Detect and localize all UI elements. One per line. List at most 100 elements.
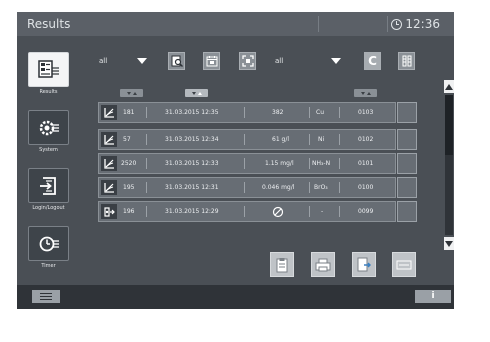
- sort-ascending-icon: [132, 91, 137, 95]
- sidebar-item-timer[interactable]: [28, 226, 69, 261]
- result-id: 196: [123, 208, 135, 215]
- login-logout-icon: [39, 176, 56, 195]
- clear-filter-button[interactable]: C: [364, 52, 381, 70]
- result-value: 0.046 mg/l: [262, 184, 295, 191]
- measurement-chart-icon: [101, 180, 117, 195]
- result-id: 181: [123, 109, 135, 116]
- sort-ascending-icon: [197, 91, 202, 95]
- select-all-button[interactable]: [392, 252, 416, 277]
- result-value: 61 g/l: [272, 136, 290, 143]
- sort-ascending-icon: [366, 91, 371, 95]
- sidebar-item-system[interactable]: [28, 110, 69, 145]
- result-method: 0099: [358, 208, 374, 215]
- column-divider: [146, 107, 147, 118]
- table-row[interactable]: 57 31.03.2015 12:34 61 g/l Ni 0102: [98, 129, 396, 150]
- table-row[interactable]: 181 31.03.2015 12:35 382 Cu 0103: [98, 102, 396, 123]
- bottom-bar: i: [17, 285, 454, 309]
- chevron-down-icon: [137, 58, 147, 64]
- column-divider: [309, 158, 310, 169]
- row-checkbox[interactable]: [397, 102, 417, 123]
- result-datetime: 31.03.2015 12:31: [165, 184, 219, 191]
- column-divider: [309, 206, 310, 217]
- sort-descending-icon: [360, 91, 365, 95]
- sort-id-button[interactable]: [120, 89, 143, 97]
- sidebar-item-label: Timer: [41, 263, 56, 269]
- timer-icon: [39, 236, 59, 251]
- column-divider: [339, 107, 340, 118]
- result-value: 382: [272, 109, 284, 116]
- result-datetime: 31.03.2015 12:33: [165, 160, 219, 167]
- print-button[interactable]: [311, 252, 335, 277]
- results-scrollbar[interactable]: [444, 80, 454, 250]
- result-datetime: 31.03.2015 12:34: [165, 136, 219, 143]
- result-method: 0102: [358, 136, 374, 143]
- row-checkbox[interactable]: [397, 177, 417, 198]
- sort-descending-icon: [126, 91, 131, 95]
- table-row[interactable]: 196 31.03.2015 12:29 - 0099: [98, 201, 396, 222]
- column-divider: [309, 134, 310, 145]
- chevron-up-icon: [445, 83, 453, 90]
- search-button[interactable]: [168, 52, 185, 70]
- filter-dropdown-button[interactable]: [331, 58, 341, 64]
- select-all-icon: [396, 260, 412, 269]
- column-divider: [146, 134, 147, 145]
- printer-icon: [315, 258, 331, 271]
- table-row[interactable]: 195 31.03.2015 12:31 0.046 mg/l BrO₃ 010…: [98, 177, 396, 198]
- column-divider: [309, 182, 310, 193]
- info-button[interactable]: i: [415, 290, 451, 303]
- column-divider: [244, 206, 245, 217]
- column-divider: [244, 134, 245, 145]
- chevron-down-icon: [331, 58, 341, 64]
- filter-all-label: all: [275, 57, 284, 65]
- delete-button[interactable]: [270, 252, 294, 277]
- calendar-button[interactable]: [203, 52, 220, 70]
- sidebar-item-label: System: [39, 147, 58, 153]
- sidebar-item-results[interactable]: [28, 52, 69, 87]
- column-divider: [339, 182, 340, 193]
- sort-date-button[interactable]: [185, 89, 208, 97]
- column-divider: [244, 182, 245, 193]
- filter-dropdown-button[interactable]: [137, 58, 147, 64]
- title-divider: [318, 16, 319, 32]
- menu-icon: [40, 293, 52, 295]
- scroll-up-button[interactable]: [444, 80, 454, 93]
- title-divider: [387, 16, 388, 32]
- result-datetime: 31.03.2015 12:35: [165, 109, 219, 116]
- result-id: 57: [123, 136, 131, 143]
- menu-button[interactable]: [32, 290, 60, 303]
- result-method: 0100: [358, 184, 374, 191]
- measurement-chart-icon: [101, 156, 117, 171]
- sidebar-item-login-logout[interactable]: [28, 168, 69, 203]
- sidebar-item-label: Results: [39, 89, 58, 95]
- page-title: Results: [27, 17, 71, 31]
- clock-icon: [391, 18, 403, 30]
- result-parameter: -: [321, 208, 324, 215]
- result-method: 0101: [358, 160, 374, 167]
- result-method: 0103: [358, 109, 374, 116]
- reference-measurement-icon: [101, 204, 117, 219]
- export-button[interactable]: [352, 252, 376, 277]
- calendar-icon: [206, 56, 217, 67]
- scroll-thumb[interactable]: [445, 95, 453, 155]
- column-divider: [339, 158, 340, 169]
- column-divider: [146, 182, 147, 193]
- chevron-down-icon: [445, 240, 453, 247]
- row-checkbox[interactable]: [397, 201, 417, 222]
- sort-method-button[interactable]: [354, 89, 377, 97]
- result-datetime: 31.03.2015 12:29: [165, 208, 219, 215]
- row-checkbox[interactable]: [397, 129, 417, 150]
- table-row[interactable]: 2520 31.03.2015 12:33 1.15 mg/l NH₃-N 01…: [98, 153, 396, 174]
- columns-button[interactable]: [398, 52, 415, 70]
- device-screen: Results 12:36 Results System Login/Logou…: [17, 12, 454, 309]
- column-divider: [339, 206, 340, 217]
- search-icon: [171, 55, 183, 67]
- column-divider: [146, 158, 147, 169]
- clock-time: 12:36: [405, 17, 440, 31]
- result-id: 195: [123, 184, 135, 191]
- expand-view-button[interactable]: [239, 52, 256, 70]
- result-parameter: Ni: [318, 136, 325, 143]
- row-checkbox[interactable]: [397, 153, 417, 174]
- document-export-icon: [357, 257, 371, 271]
- column-divider: [309, 107, 310, 118]
- scroll-down-button[interactable]: [444, 237, 454, 250]
